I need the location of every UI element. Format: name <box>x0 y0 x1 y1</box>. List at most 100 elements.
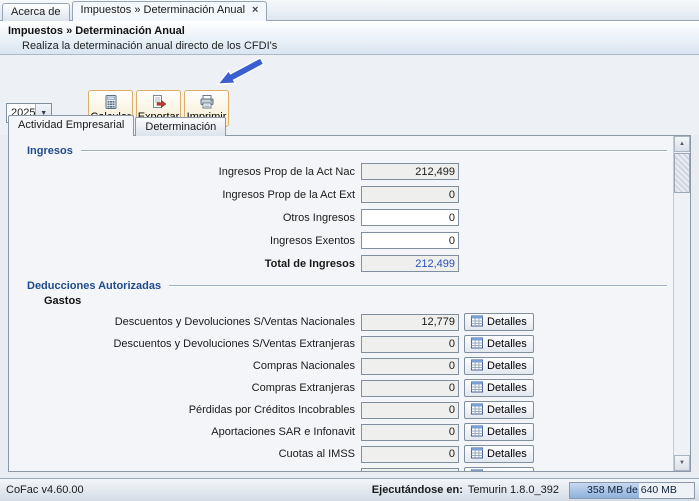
content-tab-bar: Actividad Empresarial Determinación <box>8 115 227 136</box>
field-label: Compras Extranjeras <box>251 382 355 394</box>
details-grid-icon <box>471 447 483 462</box>
content-tab-label: Actividad Empresarial <box>18 119 125 131</box>
section-ingresos-header: Ingresos <box>19 142 673 160</box>
details-grid-icon <box>471 381 483 396</box>
amount-input[interactable] <box>361 335 459 353</box>
memory-text: 358 MB de 640 MB <box>587 483 677 496</box>
status-bar: CoFac v4.60.00 Ejecutándose en: Temurin … <box>0 478 699 501</box>
tab-determinacion[interactable]: Determinación <box>135 117 227 136</box>
detalles-label: Detalles <box>487 360 527 372</box>
close-icon[interactable]: × <box>252 4 258 16</box>
amount-input[interactable] <box>361 255 459 272</box>
section-deducciones-header: Deducciones Autorizadas <box>19 277 673 295</box>
details-grid-icon <box>471 315 483 330</box>
amount-input[interactable] <box>361 186 459 203</box>
form-row: Aportaciones SAR e Infonavit Detalles <box>19 421 673 443</box>
detalles-button[interactable]: Detalles <box>464 379 534 397</box>
amount-input[interactable] <box>361 163 459 180</box>
detalles-button[interactable]: Detalles <box>464 401 534 419</box>
field-label: Total de Ingresos <box>264 257 355 270</box>
running-on-label: Ejecutándose en: <box>371 484 463 496</box>
scroll-thumb[interactable] <box>674 153 690 193</box>
memory-indicator: 358 MB de 640 MB <box>569 481 695 499</box>
annotation-arrow-icon <box>216 57 265 85</box>
scroll-up-button[interactable]: ▲ <box>674 136 690 152</box>
detalles-button[interactable]: Detalles <box>464 313 534 331</box>
amount-input[interactable] <box>361 379 459 397</box>
field-label: Descuentos y Devoluciones S/Ventas Nacio… <box>114 316 355 328</box>
page-title: Impuestos » Determinación Anual <box>8 25 185 37</box>
field-label: Cuotas al IMSS <box>278 448 355 460</box>
field-label: Descuentos y Devoluciones S/Ventas Extra… <box>113 338 355 350</box>
amount-input[interactable] <box>361 467 459 471</box>
amount-input[interactable] <box>361 423 459 441</box>
toolbar-area: 2025 ▼ Calcular <box>0 55 699 136</box>
field-label: Ingresos Prop de la Act Ext <box>222 188 355 201</box>
export-icon <box>151 94 167 110</box>
form-row: Descuentos y Devoluciones S/Ventas Nacio… <box>19 311 673 333</box>
form-row: Compras Extranjeras Detalles <box>19 377 673 399</box>
field-label: Sueldos/Asimilables a Otros Trabajadores <box>19 470 361 471</box>
window-tab-acerca-de[interactable]: Acerca de <box>2 3 70 21</box>
detalles-label: Detalles <box>487 382 527 394</box>
section-rule <box>169 285 667 287</box>
details-grid-icon <box>471 403 483 418</box>
field-label: Compras Nacionales <box>252 360 355 372</box>
calculator-icon <box>103 94 119 110</box>
form-row: Ingresos Prop de la Act Ext <box>19 183 673 206</box>
detalles-button[interactable]: Detalles <box>464 467 534 471</box>
amount-input[interactable] <box>361 313 459 331</box>
detalles-button[interactable]: Detalles <box>464 357 534 375</box>
field-label: Ingresos Exentos <box>270 234 355 247</box>
amount-input[interactable] <box>361 232 459 249</box>
tab-actividad-empresarial[interactable]: Actividad Empresarial <box>8 115 135 136</box>
content-tab-label: Determinación <box>145 121 217 133</box>
field-label: Pérdidas por Créditos Incobrables <box>188 404 355 416</box>
window-tab-bar: Acerca de Impuestos » Determinación Anua… <box>0 0 699 21</box>
arrow-up-icon: ▲ <box>679 141 685 147</box>
field-label: Otros Ingresos <box>282 211 355 224</box>
window-tab-impuestos[interactable]: Impuestos » Determinación Anual × <box>71 1 268 21</box>
form-area: Ingresos Ingresos Prop de la Act Nac Ing… <box>9 136 673 471</box>
form-row: Compras Nacionales Detalles <box>19 355 673 377</box>
detalles-label: Detalles <box>487 426 527 438</box>
details-grid-icon <box>471 359 483 374</box>
details-grid-icon <box>471 425 483 440</box>
form-row-total: Total de Ingresos <box>19 252 673 275</box>
page-header: Impuestos » Determinación Anual Realiza … <box>0 21 699 55</box>
amount-input[interactable] <box>361 401 459 419</box>
arrow-down-icon: ▼ <box>679 460 685 466</box>
details-grid-icon <box>471 337 483 352</box>
subsection-gastos: Gastos <box>44 295 82 307</box>
form-row: Pérdidas por Créditos Incobrables Detall… <box>19 399 673 421</box>
form-row: Otros Ingresos <box>19 206 673 229</box>
form-row: Cuotas al IMSS Detalles <box>19 443 673 465</box>
form-row: Descuentos y Devoluciones S/Ventas Extra… <box>19 333 673 355</box>
window-tab-label: Impuestos » Determinación Anual <box>80 4 246 16</box>
page-subtitle: Realiza la determinación anual directo d… <box>22 40 278 52</box>
detalles-button[interactable]: Detalles <box>464 335 534 353</box>
detalles-label: Detalles <box>487 470 527 471</box>
details-grid-icon <box>471 469 483 471</box>
content-panel: Ingresos Ingresos Prop de la Act Nac Ing… <box>8 135 691 472</box>
detalles-label: Detalles <box>487 316 527 328</box>
section-heading-ingresos: Ingresos <box>27 145 73 157</box>
form-row: Ingresos Prop de la Act Nac <box>19 160 673 183</box>
form-row: Ingresos Exentos <box>19 229 673 252</box>
section-rule <box>80 150 667 152</box>
detalles-button[interactable]: Detalles <box>464 445 534 463</box>
window-tab-label: Acerca de <box>11 6 61 18</box>
detalles-label: Detalles <box>487 404 527 416</box>
vertical-scrollbar[interactable]: ▲ ▼ <box>673 136 690 471</box>
amount-input[interactable] <box>361 445 459 463</box>
app-version: CoFac v4.60.00 <box>6 484 84 496</box>
amount-input[interactable] <box>361 357 459 375</box>
runtime-name: Temurin 1.8.0_392 <box>467 484 559 496</box>
detalles-button[interactable]: Detalles <box>464 423 534 441</box>
detalles-label: Detalles <box>487 338 527 350</box>
field-label: Ingresos Prop de la Act Nac <box>218 165 355 178</box>
form-row: Sueldos/Asimilables a Otros Trabajadores… <box>19 465 673 471</box>
section-heading-deducciones: Deducciones Autorizadas <box>27 280 162 292</box>
scroll-down-button[interactable]: ▼ <box>674 455 690 471</box>
amount-input[interactable] <box>361 209 459 226</box>
